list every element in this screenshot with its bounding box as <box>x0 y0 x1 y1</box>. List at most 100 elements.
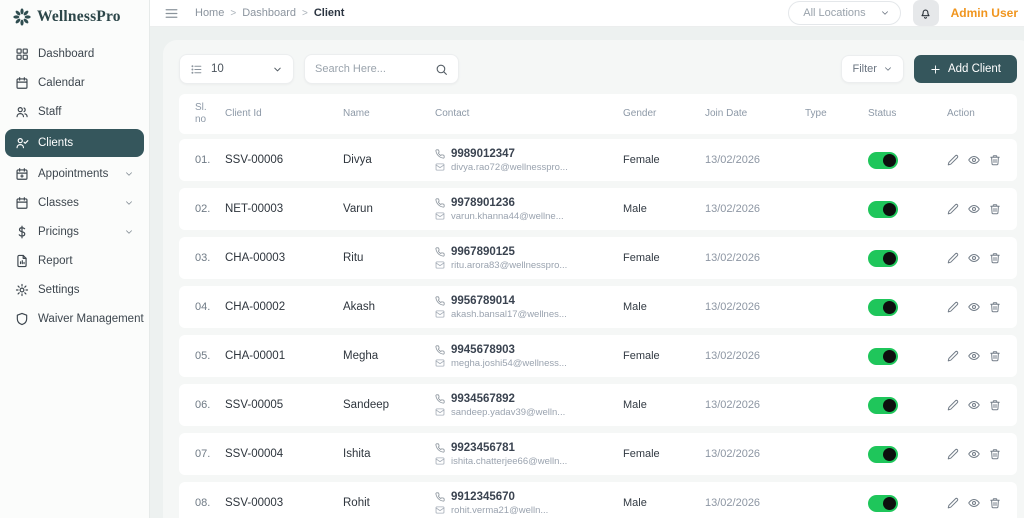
status-toggle[interactable] <box>868 298 898 316</box>
delete-icon[interactable] <box>989 399 1001 411</box>
edit-icon[interactable] <box>947 350 959 362</box>
breadcrumb-item[interactable]: Home <box>195 7 224 19</box>
status-toggle[interactable] <box>868 396 898 414</box>
sidebar-item-dashboard[interactable]: Dashboard <box>5 42 144 66</box>
notifications-button[interactable] <box>912 0 939 26</box>
delete-icon[interactable] <box>989 203 1001 215</box>
cell-client-id: SSV-00006 <box>225 154 284 166</box>
mail-icon <box>435 309 445 319</box>
delete-icon[interactable] <box>989 497 1001 509</box>
add-client-button[interactable]: Add Client <box>913 55 1017 83</box>
cell-join-date: 13/02/2026 <box>705 154 761 166</box>
email-address: megha.joshi54@wellness... <box>451 357 567 369</box>
edit-icon[interactable] <box>947 497 959 509</box>
filter-button[interactable]: Filter <box>841 55 904 83</box>
status-toggle[interactable] <box>868 347 898 365</box>
edit-icon[interactable] <box>947 154 959 166</box>
view-icon[interactable] <box>968 301 980 313</box>
mail-icon <box>435 456 445 466</box>
status-toggle[interactable] <box>868 151 898 169</box>
sidebar-item-classes[interactable]: Classes <box>5 191 144 215</box>
table-row: 04. CHA-00002 Akash 9956789014 akash.bansal1… <box>179 286 1017 328</box>
cell-action <box>947 448 1001 460</box>
status-toggle[interactable] <box>868 249 898 267</box>
edit-icon[interactable] <box>947 252 959 264</box>
breadcrumb-item[interactable]: Dashboard <box>242 7 296 19</box>
cell-name: Rohit <box>343 497 370 509</box>
table-row: 08. SSV-00003 Rohit 9912345670 rohit.verma21… <box>179 482 1017 518</box>
cell-name: Sandeep <box>343 399 390 411</box>
cell-join-date: 13/02/2026 <box>705 252 761 264</box>
sidebar-item-waiver-management[interactable]: Waiver Management <box>5 307 144 331</box>
view-icon[interactable] <box>968 497 980 509</box>
phone-icon <box>435 344 445 355</box>
delete-icon[interactable] <box>989 154 1001 166</box>
mail-icon <box>435 407 445 417</box>
edit-icon[interactable] <box>947 399 959 411</box>
table-row: 05. CHA-00001 Megha 9945678903 megha.joshi54… <box>179 335 1017 377</box>
cell-name: Ritu <box>343 252 364 264</box>
sidebar-item-settings[interactable]: Settings <box>5 278 144 302</box>
cell-action <box>947 399 1001 411</box>
phone-number: 9978901236 <box>451 196 515 209</box>
view-icon[interactable] <box>968 448 980 460</box>
mail-icon <box>435 211 445 221</box>
cell-client-id: SSV-00004 <box>225 448 284 460</box>
table-body: 01. SSV-00006 Divya 9989012347 divya.rao72@w… <box>179 139 1017 518</box>
user-menu[interactable]: Admin User <box>951 6 1024 20</box>
view-icon[interactable] <box>968 399 980 411</box>
phone-number: 9923456781 <box>451 441 515 454</box>
delete-icon[interactable] <box>989 301 1001 313</box>
delete-icon[interactable] <box>989 252 1001 264</box>
content-area: 10 Filter <box>150 27 1024 518</box>
mail-icon <box>435 358 445 368</box>
hamburger-menu-icon[interactable] <box>164 6 179 21</box>
cell-contact: 9956789014 akash.bansal17@wellnes... <box>435 295 623 320</box>
page-size-select[interactable]: 10 <box>179 54 294 84</box>
status-toggle[interactable] <box>868 445 898 463</box>
edit-icon[interactable] <box>947 203 959 215</box>
status-toggle[interactable] <box>868 494 898 512</box>
cell-contact: 9989012347 divya.rao72@wellnesspro... <box>435 148 623 173</box>
dashboard-icon <box>14 47 29 62</box>
status-toggle[interactable] <box>868 200 898 218</box>
view-icon[interactable] <box>968 252 980 264</box>
cell-status <box>868 445 947 463</box>
cell-status <box>868 396 947 414</box>
edit-icon[interactable] <box>947 448 959 460</box>
edit-icon[interactable] <box>947 301 959 313</box>
cell-action <box>947 203 1001 215</box>
chevron-down-icon <box>880 8 890 18</box>
view-icon[interactable] <box>968 203 980 215</box>
sidebar-item-label: Calendar <box>38 77 85 89</box>
calendar-icon <box>14 76 29 91</box>
column-header: Name <box>343 107 370 119</box>
delete-icon[interactable] <box>989 350 1001 362</box>
sidebar-item-pricings[interactable]: Pricings <box>5 220 144 244</box>
main-area: Home > Dashboard > Client All Locations Admi… <box>150 0 1024 518</box>
cell-gender: Male <box>623 497 647 509</box>
email-address: ritu.arora83@wellnesspro... <box>451 259 568 271</box>
user-check-icon <box>14 136 29 151</box>
sidebar-item-clients[interactable]: Clients <box>5 129 144 157</box>
cell-action <box>947 154 1001 166</box>
phone-number: 9945678903 <box>451 343 515 356</box>
sidebar-item-calendar[interactable]: Calendar <box>5 71 144 95</box>
search-input[interactable] <box>315 63 429 75</box>
cell-join-date: 13/02/2026 <box>705 203 761 215</box>
sidebar-item-report[interactable]: Report <box>5 249 144 273</box>
view-icon[interactable] <box>968 154 980 166</box>
cell-name: Akash <box>343 301 375 313</box>
phone-number: 9989012347 <box>451 147 515 160</box>
delete-icon[interactable] <box>989 448 1001 460</box>
location-selector[interactable]: All Locations <box>788 1 901 25</box>
sidebar-item-appointments[interactable]: Appointments <box>5 162 144 186</box>
view-icon[interactable] <box>968 350 980 362</box>
sidebar-item-staff[interactable]: Staff <box>5 100 144 124</box>
app-window: WellnessPro Dashboard Calendar Staff Client… <box>0 0 1024 518</box>
search-icon[interactable] <box>435 63 448 76</box>
cell-sl-no: 07. <box>195 448 211 460</box>
column-header: Gender <box>623 107 657 119</box>
cell-status <box>868 200 947 218</box>
asterisk-logo-icon <box>12 7 32 27</box>
